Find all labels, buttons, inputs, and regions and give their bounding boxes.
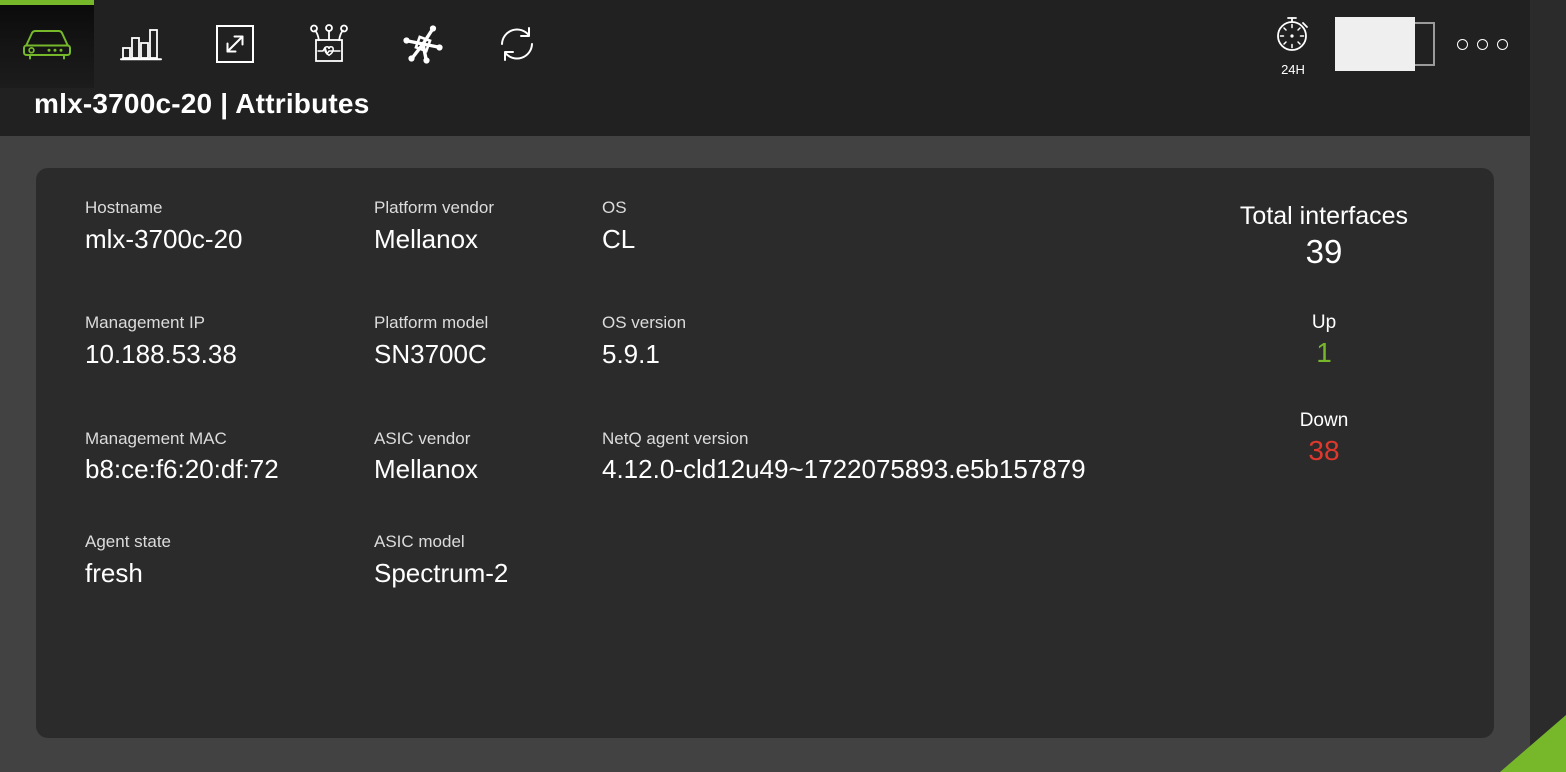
interfaces-down-value: 38 xyxy=(1229,434,1419,468)
kebab-menu-icon-dot-2 xyxy=(1477,39,1488,50)
switch-device-icon xyxy=(18,26,76,62)
header-controls: 24H xyxy=(1265,0,1530,88)
app-root: 24H mlx-3700c-20 | Attributes Hostname xyxy=(0,0,1566,772)
spacer xyxy=(602,398,1222,428)
blank-preview-sheet xyxy=(1335,17,1415,71)
spacer xyxy=(85,513,374,531)
attribute-asic-model: ASIC model Spectrum-2 xyxy=(374,531,602,590)
attribute-value: Mellanox xyxy=(374,222,602,256)
time-range-selector[interactable]: 24H xyxy=(1265,12,1321,76)
attribute-value: 4.12.0-cld12u49~1722075893.e5b157879 xyxy=(602,452,1222,486)
attribute-value: 5.9.1 xyxy=(602,337,1222,371)
attribute-os-version: OS version 5.9.1 xyxy=(602,312,1222,371)
tab-expand[interactable] xyxy=(188,0,282,88)
spacer xyxy=(85,398,374,428)
attributes-column-3: OS CL OS version 5.9.1 NetQ agent versio… xyxy=(602,197,1222,738)
interfaces-up-block: Up 1 xyxy=(1229,311,1419,369)
stopwatch-icon xyxy=(1271,12,1315,61)
right-edge-strip xyxy=(1530,0,1566,772)
page-title: mlx-3700c-20 | Attributes xyxy=(34,88,369,120)
attribute-label: Agent state xyxy=(85,531,374,554)
attribute-value: mlx-3700c-20 xyxy=(85,222,374,256)
interfaces-up-label: Up xyxy=(1229,311,1419,336)
attribute-label: ASIC model xyxy=(374,531,602,554)
attribute-platform-model: Platform model SN3700C xyxy=(374,312,602,371)
attribute-label: OS xyxy=(602,197,1222,220)
attribute-hostname: Hostname mlx-3700c-20 xyxy=(85,197,374,256)
attribute-value: CL xyxy=(602,222,1222,256)
attribute-value: fresh xyxy=(85,556,374,590)
refresh-sync-icon xyxy=(496,24,538,64)
attribute-label: Management IP xyxy=(85,312,374,335)
total-interfaces-value: 39 xyxy=(1229,232,1419,272)
attribute-agent-state: Agent state fresh xyxy=(85,531,374,590)
spacer xyxy=(374,513,602,531)
attribute-label: Hostname xyxy=(85,197,374,220)
attribute-value: Mellanox xyxy=(374,452,602,486)
attribute-management-ip: Management IP 10.188.53.38 xyxy=(85,312,374,371)
spacer xyxy=(85,282,374,312)
tab-refresh[interactable] xyxy=(470,0,564,88)
spacer xyxy=(374,398,602,428)
content-area: Hostname mlx-3700c-20 Management IP 10.1… xyxy=(0,136,1530,772)
attribute-label: NetQ agent version xyxy=(602,428,1222,451)
attributes-column-2: Platform vendor Mellanox Platform model … xyxy=(374,197,602,738)
tab-metrics[interactable] xyxy=(94,0,188,88)
attribute-label: Management MAC xyxy=(85,428,374,451)
attribute-value: b8:ce:f6:20:df:72 xyxy=(85,452,374,486)
attributes-column-1: Hostname mlx-3700c-20 Management IP 10.1… xyxy=(85,197,374,738)
kebab-menu-icon xyxy=(1457,39,1468,50)
attribute-label: Platform model xyxy=(374,312,602,335)
tab-topology[interactable] xyxy=(376,0,470,88)
view-tab-bar xyxy=(0,0,564,88)
app-header: 24H mlx-3700c-20 | Attributes xyxy=(0,0,1530,136)
attribute-netq-agent-version: NetQ agent version 4.12.0-cld12u49~17220… xyxy=(602,428,1222,487)
time-range-label: 24H xyxy=(1281,63,1305,76)
interfaces-down-block: Down 38 xyxy=(1229,409,1419,467)
tab-device[interactable] xyxy=(0,0,94,88)
interfaces-summary: Total interfaces 39 Up 1 Down 38 xyxy=(1229,200,1419,468)
attribute-platform-vendor: Platform vendor Mellanox xyxy=(374,197,602,256)
attribute-value: 10.188.53.38 xyxy=(85,337,374,371)
attribute-value: Spectrum-2 xyxy=(374,556,602,590)
attributes-card: Hostname mlx-3700c-20 Management IP 10.1… xyxy=(36,168,1494,738)
attribute-asic-vendor: ASIC vendor Mellanox xyxy=(374,428,602,487)
expand-arrows-icon xyxy=(215,24,255,64)
tab-health[interactable] xyxy=(282,0,376,88)
attribute-label: Platform vendor xyxy=(374,197,602,220)
spacer xyxy=(602,282,1222,312)
blank-preview-widget[interactable] xyxy=(1335,17,1437,71)
attribute-label: OS version xyxy=(602,312,1222,335)
total-interfaces-label: Total interfaces xyxy=(1229,200,1419,234)
kebab-menu-icon-dot-3 xyxy=(1497,39,1508,50)
attribute-value: SN3700C xyxy=(374,337,602,371)
bar-chart-icon xyxy=(119,25,163,63)
interfaces-down-label: Down xyxy=(1229,409,1419,434)
network-topology-icon xyxy=(400,21,446,67)
spacer xyxy=(374,282,602,312)
interfaces-up-value: 1 xyxy=(1229,336,1419,370)
device-health-icon xyxy=(306,22,352,66)
attribute-management-mac: Management MAC b8:ce:f6:20:df:72 xyxy=(85,428,374,487)
blank-preview-outline xyxy=(1413,22,1435,66)
more-options-button[interactable] xyxy=(1457,39,1508,50)
attribute-label: ASIC vendor xyxy=(374,428,602,451)
attribute-os: OS CL xyxy=(602,197,1222,256)
